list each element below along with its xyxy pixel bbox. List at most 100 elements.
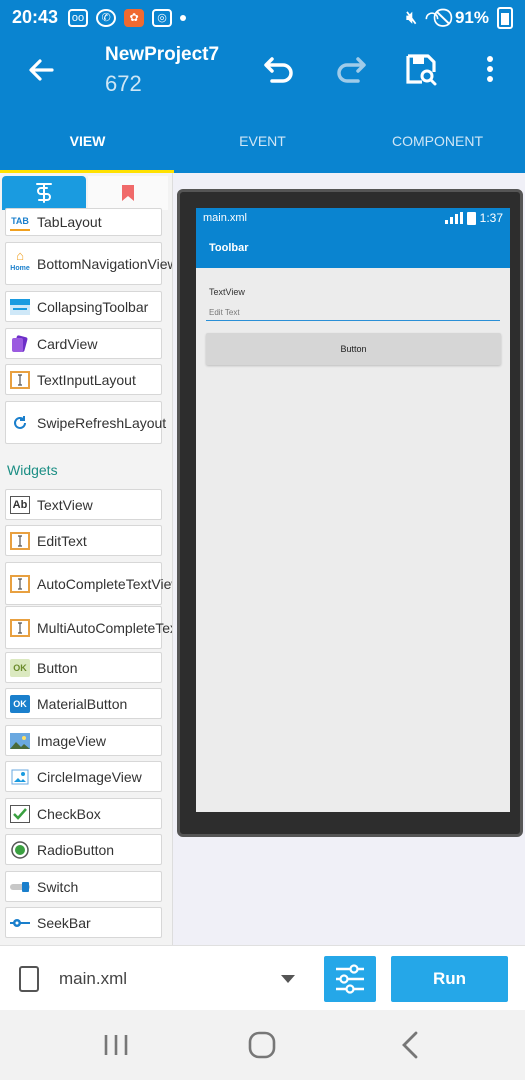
palette-tab-widgets[interactable]	[2, 176, 86, 210]
circle-image-icon	[10, 768, 30, 786]
switch-icon	[10, 878, 30, 896]
text-input-icon	[10, 370, 30, 389]
more-notifications-icon	[180, 14, 187, 21]
seekbar-icon	[10, 914, 30, 932]
home-button[interactable]	[247, 1029, 277, 1061]
tune-icon	[336, 964, 364, 994]
palette-item-cardview[interactable]: CardView	[5, 328, 162, 359]
tab-component[interactable]: COMPONENT	[350, 125, 525, 173]
back-button[interactable]	[26, 55, 56, 89]
editor-tabs: VIEW EVENT COMPONENT	[0, 125, 525, 173]
undo-icon	[264, 57, 293, 83]
palette-item-label: MultiAutoCompleteTextView	[37, 619, 172, 636]
more-options-button[interactable]	[472, 51, 508, 87]
chevron-down-icon[interactable]	[281, 975, 295, 983]
palette-item-circleimageview[interactable]: CircleImageView	[5, 761, 162, 792]
widgets-icon	[36, 183, 52, 203]
palette-item-checkbox[interactable]: CheckBox	[5, 798, 162, 829]
palette-item-collapsingtoolbar[interactable]: CollapsingToolbar	[5, 291, 162, 322]
image-icon	[10, 732, 30, 750]
palette-item-button[interactable]: OK Button	[5, 652, 162, 683]
palette-item-textinputlayout[interactable]: TextInputLayout	[5, 364, 162, 395]
preview-time: 1:37	[479, 211, 503, 225]
card-icon	[10, 334, 30, 353]
palette-item-multiautocompletetextview[interactable]: MultiAutoCompleteTextView	[5, 606, 172, 649]
battery-percent: 91%	[454, 7, 489, 27]
more-vert-icon	[487, 56, 493, 82]
palette-item-autocompletetextview[interactable]: AutoCompleteTextView	[5, 562, 172, 605]
preview-status-bar: main.xml 1:37	[196, 208, 510, 228]
palette-item-imageview[interactable]: ImageView	[5, 725, 162, 756]
palette-item-label: CardView	[37, 335, 98, 352]
tab-view[interactable]: VIEW	[0, 125, 175, 173]
preview-toolbar[interactable]: Toolbar	[196, 228, 510, 268]
run-button[interactable]: Run	[391, 956, 508, 1002]
properties-button[interactable]	[324, 956, 376, 1002]
layout-preview[interactable]: main.xml 1:37 Toolbar TextView Edit Text…	[173, 173, 525, 945]
mute-icon: 🔇︎	[406, 7, 417, 27]
redo-button[interactable]	[332, 51, 368, 87]
palette-item-label: CircleImageView	[37, 768, 142, 785]
palette-item-label: RadioButton	[37, 841, 115, 858]
file-selector[interactable]: main.xml	[59, 969, 127, 989]
palette-item-label: Switch	[37, 878, 79, 895]
undo-button[interactable]	[262, 51, 298, 87]
notification-icons: oo ✆ ✿ ◎	[68, 8, 187, 27]
palette-item-switch[interactable]: Switch	[5, 871, 162, 902]
app-bar: NewProject7 672 VIEW EVENT COMPONENT	[0, 35, 525, 173]
palette-item-label: SeekBar	[37, 914, 91, 931]
preview-textview[interactable]: TextView	[209, 287, 245, 297]
palette-item-bottomnavigationview[interactable]: ⌂ Home BottomNavigationView	[5, 242, 172, 285]
widget-palette[interactable]: TAB TabLayout ⌂ Home BottomNavigationView…	[0, 173, 173, 945]
phone-frame: main.xml 1:37 Toolbar TextView Edit Text…	[177, 189, 523, 837]
project-id: 672	[105, 71, 142, 96]
preview-edittext[interactable]: Edit Text	[206, 308, 500, 321]
palette-item-tablayout[interactable]: TAB TabLayout	[5, 208, 162, 236]
arrow-left-icon	[29, 59, 54, 81]
recents-button[interactable]	[100, 1029, 132, 1061]
palette-item-label: ImageView	[37, 732, 107, 749]
button-icon: OK	[10, 658, 30, 677]
palette-item-materialbutton[interactable]: OK MaterialButton	[5, 688, 162, 719]
palette-item-radiobutton[interactable]: RadioButton	[5, 834, 162, 865]
bottom-bar: main.xml Run	[0, 945, 525, 1010]
tab-event[interactable]: EVENT	[175, 125, 350, 173]
file-icon	[19, 966, 39, 992]
tab-layout-icon: TAB	[10, 213, 30, 231]
palette-item-label: Button	[37, 659, 78, 676]
edittext-icon	[10, 531, 30, 550]
redo-icon	[337, 57, 366, 83]
palette-item-label: EditText	[37, 532, 87, 549]
battery-icon	[497, 6, 513, 29]
textview-icon: Ab	[10, 495, 30, 514]
palette-item-textview[interactable]: Ab TextView	[5, 489, 162, 520]
autocomplete-icon	[10, 574, 30, 593]
palette-item-label: AutoCompleteTextView	[37, 575, 173, 592]
collapsing-toolbar-icon	[10, 298, 30, 316]
voicemail-icon: oo	[68, 8, 89, 27]
palette-item-swiperefreshlayout[interactable]: SwipeRefreshLayout	[5, 401, 166, 444]
palette-item-label: TextView	[37, 496, 93, 513]
multi-autocomplete-icon	[10, 618, 30, 637]
preview-file-name: main.xml	[203, 212, 248, 224]
palette-item-label: BottomNavigationView	[37, 255, 173, 272]
palette-item-seekbar[interactable]: SeekBar	[5, 907, 162, 938]
palette-tab-bookmarks[interactable]	[88, 176, 168, 210]
project-title: NewProject7	[105, 44, 220, 65]
material-button-icon: OK	[10, 694, 30, 713]
wifi-icon: ◠	[425, 9, 439, 27]
home-circle-icon	[248, 1031, 276, 1059]
back-nav-button[interactable]	[398, 1029, 422, 1061]
preview-screen[interactable]: main.xml 1:37 Toolbar TextView Edit Text…	[196, 208, 510, 812]
instagram-icon: ◎	[152, 8, 173, 27]
palette-item-label: SwipeRefreshLayout	[37, 414, 167, 431]
palette-item-edittext[interactable]: EditText	[5, 525, 162, 556]
chevron-left-icon	[402, 1031, 418, 1059]
palette-tabs	[0, 173, 172, 213]
home-icon: ⌂ Home	[10, 248, 30, 272]
save-button[interactable]	[403, 51, 439, 87]
palette-item-label: CheckBox	[37, 805, 101, 822]
signal-icon	[444, 212, 463, 224]
preview-button[interactable]: Button	[206, 333, 501, 365]
section-widgets: Widgets	[7, 462, 58, 478]
